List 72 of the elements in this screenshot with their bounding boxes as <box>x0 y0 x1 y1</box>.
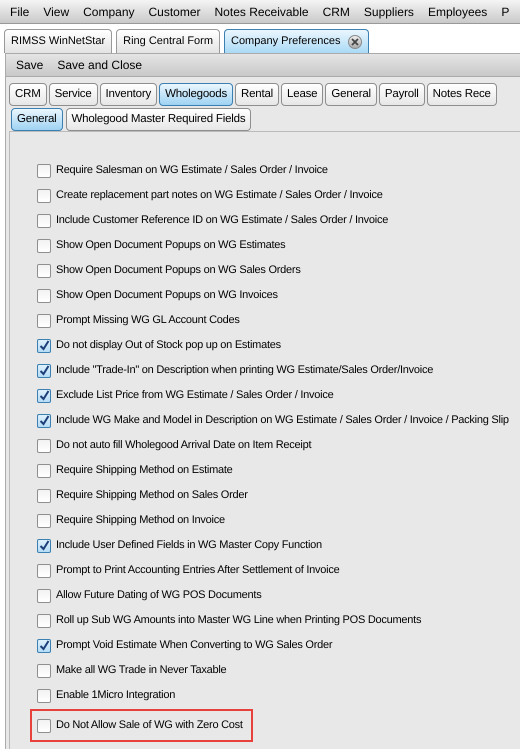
section-tab[interactable]: CRM <box>9 83 47 106</box>
option-label: Show Open Document Popups on WG Sales Orders <box>56 263 301 278</box>
option-label: Require Shipping Method on Sales Order <box>56 488 248 504</box>
option-label: Allow Future Dating of WG POS Documents <box>56 588 262 604</box>
checkbox[interactable] <box>37 588 51 602</box>
menu-item[interactable]: Company <box>83 2 134 20</box>
toolbar-button[interactable]: Save <box>16 56 44 74</box>
checkbox[interactable] <box>37 514 51 528</box>
menu-item[interactable]: CRM <box>322 2 350 20</box>
option-label: Include WG Make and Model in Description on WG Estimate / Sales Order / Invoice / Packing Slip <box>56 413 509 428</box>
option-label: Include Customer Reference ID on WG Estimate / Sales Order / Invoice <box>56 213 388 228</box>
option-label: Do not display Out of Stock pop up on Estimates <box>56 338 281 354</box>
checkbox[interactable] <box>37 364 51 378</box>
menu-item[interactable]: Notes Receivable <box>214 2 309 20</box>
option-label: Prompt to Print Accounting Entries After Settlement of Invoice <box>56 563 340 578</box>
menu-item[interactable]: File <box>10 2 30 20</box>
sub-tab[interactable]: General <box>11 108 63 131</box>
option-label: Do Not Allow Sale of WG with Zero Cost <box>56 718 243 734</box>
section-tab[interactable]: Notes Rece <box>426 83 497 106</box>
option-label: Enable 1Micro Integration <box>56 688 176 704</box>
option-label: Require Shipping Method on Invoice <box>56 513 225 528</box>
checkbox[interactable] <box>37 314 51 328</box>
option-label: Create replacement part notes on WG Estimate / Sales Order / Invoice <box>56 188 383 204</box>
option-label: Roll up Sub WG Amounts into Master WG Line when Printing POS Documents <box>56 613 422 628</box>
checkbox[interactable] <box>37 264 51 278</box>
menu-item[interactable]: Suppliers <box>364 2 414 20</box>
checkbox[interactable] <box>37 438 51 452</box>
checkbox[interactable] <box>37 238 51 252</box>
option-label: Require Shipping Method on Estimate <box>56 463 233 478</box>
checkbox[interactable] <box>37 614 51 628</box>
checkbox[interactable] <box>37 338 51 352</box>
option-label: Include "Trade-In" on Description when printing WG Estimate/Sales Order/Invoice <box>56 363 434 378</box>
option-label: Make all WG Trade in Never Taxable <box>56 663 226 678</box>
checkbox[interactable] <box>37 688 51 702</box>
checkbox[interactable] <box>37 188 51 202</box>
menu-item[interactable]: P <box>501 2 510 20</box>
toolbar-button[interactable]: Save and Close <box>57 56 142 74</box>
document-tab[interactable]: Ring Central Form <box>116 29 220 53</box>
checkbox[interactable] <box>37 388 51 402</box>
checkbox[interactable] <box>37 538 51 552</box>
menu-item[interactable]: Customer <box>148 2 201 20</box>
section-tab[interactable]: Service <box>48 83 98 106</box>
section-tab[interactable]: General <box>325 83 377 106</box>
option-label: Exclude List Price from WG Estimate / Sales Order / Invoice <box>56 388 334 404</box>
section-tab[interactable]: Wholegoods <box>159 83 233 106</box>
option-label: Prompt Missing WG GL Account Codes <box>56 313 240 328</box>
option-label: Do not auto fill Wholegood Arrival Date on Item Receipt <box>56 438 312 454</box>
option-label: Require Salesman on WG Estimate / Sales Order / Invoice <box>56 163 328 178</box>
option-label: Prompt Void Estimate When Converting to WG Sales Order <box>56 638 332 654</box>
option-label: Show Open Document Popups on WG Estimates <box>56 238 286 254</box>
option-label: Show Open Document Popups on WG Invoices <box>56 288 278 304</box>
checkbox[interactable] <box>37 164 51 178</box>
sub-tab[interactable]: Wholegood Master Required Fields <box>66 108 252 131</box>
checkbox[interactable] <box>37 488 51 502</box>
menu-item[interactable]: View <box>43 2 70 20</box>
document-tab[interactable]: RIMSS WinNetStar <box>4 29 112 53</box>
section-tab[interactable]: Payroll <box>378 83 425 106</box>
checkbox[interactable] <box>37 638 51 652</box>
checkbox[interactable] <box>37 464 51 478</box>
document-tab[interactable]: Company Preferences <box>224 29 370 53</box>
checkbox[interactable] <box>37 718 51 732</box>
section-tab[interactable]: Lease <box>281 83 324 106</box>
close-icon[interactable] <box>348 34 362 48</box>
checkbox[interactable] <box>37 414 51 428</box>
checkbox[interactable] <box>37 664 51 678</box>
section-tab[interactable]: Rental <box>235 83 280 106</box>
checkbox[interactable] <box>37 214 51 228</box>
option-label: Include User Defined Fields in WG Master Copy Function <box>56 538 322 554</box>
menu-item[interactable]: Employees <box>428 2 488 20</box>
checkbox[interactable] <box>37 564 51 578</box>
checkbox[interactable] <box>37 288 51 302</box>
section-tab[interactable]: Inventory <box>100 83 158 106</box>
